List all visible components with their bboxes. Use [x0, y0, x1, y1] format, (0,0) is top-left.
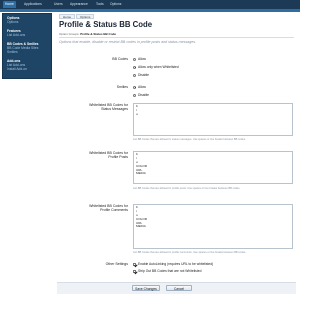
breadcrumb-options[interactable]: Options: [76, 14, 95, 19]
sidebar: Options Options Features List Add-ons BB…: [2, 13, 52, 79]
radio-label: Disable: [138, 73, 149, 77]
other-settings-label: Other Settings: [105, 262, 128, 266]
radio-label: Allow only when Whitelisted: [138, 65, 179, 69]
sidebar-item-options[interactable]: Options: [7, 20, 19, 24]
autolink-checkbox-row[interactable]: Enable AutoLinking (requires URL to be w…: [133, 262, 213, 266]
textarea-line: MEDIA: [136, 224, 146, 229]
page-title: Profile & Status BB Code: [59, 20, 153, 29]
status-whitelist-textarea[interactable]: b i u: [133, 103, 293, 136]
checkbox-label: Strip Out BB Codes that are not Whitelis…: [138, 269, 202, 273]
tab-options[interactable]: Options: [108, 1, 123, 8]
sidebar-item-smilies[interactable]: Smilies: [7, 50, 39, 54]
save-changes-button[interactable]: Save Changes: [132, 285, 160, 291]
sidebar-item-install-addon[interactable]: Install Add-on: [7, 67, 27, 71]
checkbox-label: Enable AutoLinking (requires URL to be w…: [138, 262, 214, 266]
textarea-line: u: [136, 111, 138, 116]
comments-whitelist-hint: List BB Codes that are allowed in profil…: [133, 251, 247, 254]
sidebar-group-options: Options Options: [7, 16, 19, 24]
label-line: Profile Comments: [100, 208, 128, 213]
sidebar-group-addons: Add-ons List Add-ons Install Add-on: [7, 59, 27, 71]
radio-label: Disable: [138, 93, 149, 97]
tab-applications[interactable]: Applications: [22, 1, 44, 8]
checkbox[interactable]: [133, 262, 136, 266]
status-whitelist-label: Whitelisted BB Codes for Status Messages: [58, 103, 128, 112]
radio-label: Allow: [138, 85, 146, 89]
sidebar-item-list-addons[interactable]: List Add-ons: [7, 33, 25, 37]
smilies-option-disable[interactable]: Disable: [133, 93, 149, 97]
bbcodes-option-disable[interactable]: Disable: [133, 73, 149, 77]
checkbox[interactable]: [133, 269, 136, 273]
label-line: Profile Posts: [108, 155, 128, 160]
tab-home[interactable]: Home: [3, 1, 16, 8]
smilies-label: Smilies: [116, 85, 128, 89]
strip-bbcodes-checkbox-row[interactable]: Strip Out BB Codes that are not Whitelis…: [133, 269, 201, 273]
profile-whitelist-label: Whitelisted BB Codes for Profile Posts: [58, 151, 128, 160]
page-description: Options that enable, disable or restrict…: [59, 40, 197, 44]
tab-appearance[interactable]: Appearance: [68, 1, 90, 8]
textarea-line: MEDIA: [136, 171, 146, 176]
divider: [59, 37, 294, 38]
option-group-value[interactable]: Profile & Status BB Code: [80, 32, 116, 36]
sub-navigation-bar: [0, 9, 300, 12]
breadcrumb: Home Options: [59, 14, 95, 19]
profile-whitelist-textarea[interactable]: b i u COLOR URL MEDIA: [133, 151, 293, 184]
comments-whitelist-label: Whitelisted BB Codes for Profile Comment…: [58, 204, 128, 213]
radio-button[interactable]: [133, 57, 136, 61]
profile-whitelist-hint: List BB Codes that are allowed in profil…: [133, 187, 241, 190]
radio-button[interactable]: [133, 65, 136, 69]
radio-label: Allow: [138, 57, 146, 61]
tab-users[interactable]: Users: [52, 1, 65, 8]
radio-button[interactable]: [133, 85, 136, 89]
bbcodes-label: BB Codes: [112, 57, 128, 61]
breadcrumb-home[interactable]: Home: [59, 14, 76, 19]
bbcodes-option-whitelisted[interactable]: Allow only when Whitelisted: [133, 65, 179, 69]
label-line: Status Messages: [101, 107, 128, 112]
sidebar-group-features: Features List Add-ons: [7, 29, 25, 37]
status-whitelist-hint: List BB Codes that are allowed in status…: [133, 138, 246, 141]
sidebar-group-bbcodes: BB Codes & Smilies BB Code Media Sites S…: [7, 42, 39, 54]
tab-tools[interactable]: Tools: [94, 1, 106, 8]
radio-button[interactable]: [133, 73, 136, 77]
top-navigation-bar: Home Applications Users Appearance Tools…: [0, 0, 300, 9]
option-group-selector[interactable]: Option Groups: Profile & Status BB Code: [59, 32, 116, 36]
cancel-button[interactable]: Cancel: [166, 285, 192, 291]
radio-button[interactable]: [133, 93, 136, 97]
bbcodes-option-allow[interactable]: Allow: [133, 57, 146, 61]
smilies-option-allow[interactable]: Allow: [133, 85, 146, 89]
comments-whitelist-textarea[interactable]: b i u COLOR URL MEDIA: [133, 204, 293, 249]
option-group-label: Option Groups:: [59, 32, 80, 36]
